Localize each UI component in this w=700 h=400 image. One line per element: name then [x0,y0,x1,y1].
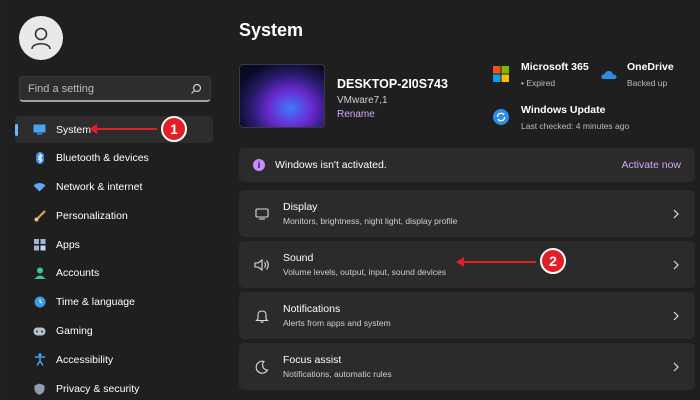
info-icon: i [253,159,265,171]
globe-clock-icon [33,296,46,309]
annotation-badge-1: 1 [161,116,187,142]
settings-card-notifications[interactable]: Notifications Alerts from apps and syste… [239,292,695,339]
sidebar-item-personalization[interactable]: Personalization [15,202,213,229]
sidebar: System Bluetooth & devices Network & int… [7,0,219,400]
sidebar-item-label: Accounts [56,267,100,280]
sidebar-item-label: Apps [56,238,80,251]
gamepad-icon [33,325,46,338]
sidebar-item-label: System [56,123,92,136]
sidebar-item-label: Time & language [56,296,135,309]
sidebar-item-gaming[interactable]: Gaming [15,318,213,345]
speaker-icon [253,256,271,274]
annotation-badge-2: 2 [540,248,566,274]
card-subtitle: Volume levels, output, input, sound devi… [283,267,447,277]
windows-update-status[interactable]: Windows Update Last checked: 4 minutes a… [521,104,629,131]
shield-icon [33,382,46,395]
microsoft-365-status[interactable]: Microsoft 365 • Expired [521,61,589,88]
card-title: Sound [283,252,314,264]
sidebar-nav: System Bluetooth & devices Network & int… [15,116,213,400]
sidebar-item-bluetooth[interactable]: Bluetooth & devices [15,145,213,172]
sidebar-item-time-language[interactable]: Time & language [15,289,213,316]
onedrive-backed-up: Backed up [627,78,668,88]
activation-message: Windows isn't activated. [275,159,387,171]
settings-window: System Bluetooth & devices Network & int… [7,0,700,400]
display-icon [253,205,271,223]
card-title: Notifications [283,303,341,315]
rename-link[interactable]: Rename [337,109,375,120]
sidebar-item-label: Network & internet [56,181,143,194]
chevron-right-icon [673,209,679,218]
person-icon [33,267,46,280]
sidebar-item-label: Gaming [56,325,93,338]
chevron-right-icon [673,362,679,371]
windows-update-last-checked: Last checked: 4 minutes ago [521,121,630,131]
sidebar-item-label: Personalization [56,209,128,222]
annotation-arrow-2 [456,257,536,267]
device-wallpaper-thumbnail [239,64,325,128]
card-subtitle: Monitors, brightness, night light, displ… [283,216,458,226]
microsoft-365-expired: • Expired [521,78,556,88]
sidebar-item-apps[interactable]: Apps [15,231,213,258]
accessibility-icon [33,353,46,367]
windows-update-icon [493,109,509,125]
avatar[interactable] [19,16,63,60]
chevron-right-icon [673,260,679,269]
onedrive-icon [601,70,617,79]
windows-update-title: Windows Update [521,104,606,116]
sidebar-item-network[interactable]: Network & internet [15,174,213,201]
activation-banner: i Windows isn't activated. Activate now [239,148,695,182]
user-icon [31,27,51,50]
settings-card-display[interactable]: Display Monitors, brightness, night ligh… [239,190,695,237]
bell-icon [253,307,271,325]
card-subtitle: Alerts from apps and system [283,318,391,328]
settings-card-focus-assist[interactable]: Focus assist Notifications, automatic ru… [239,343,695,390]
search-icon[interactable] [190,83,202,95]
sidebar-item-accounts[interactable]: Accounts [15,260,213,287]
sidebar-item-label: Privacy & security [56,382,140,395]
moon-icon [253,358,271,376]
card-title: Focus assist [283,354,342,366]
sidebar-item-privacy-security[interactable]: Privacy & security [15,375,213,400]
activate-now-link[interactable]: Activate now [621,159,681,171]
microsoft-365-icon [493,66,509,82]
sidebar-item-accessibility[interactable]: Accessibility [15,346,213,373]
sidebar-item-label: Bluetooth & devices [56,152,149,165]
card-title: Display [283,201,318,213]
microsoft-365-title: Microsoft 365 [521,61,589,73]
sidebar-item-label: Accessibility [56,353,114,366]
settings-card-sound[interactable]: Sound Volume levels, output, input, soun… [239,241,695,288]
search-input[interactable] [28,82,190,95]
search-box[interactable] [19,76,211,102]
onedrive-title: OneDrive [627,61,674,73]
chevron-right-icon [673,311,679,320]
brush-icon [33,209,46,222]
bluetooth-icon [33,152,46,165]
apps-icon [33,238,46,251]
device-name: DESKTOP-2I0S743 [337,77,448,91]
monitor-icon [33,123,46,136]
card-subtitle: Notifications, automatic rules [283,369,392,379]
page-title: System [239,20,304,40]
onedrive-status[interactable]: OneDrive Backed up [627,61,674,88]
annotation-arrow-1 [89,124,157,134]
wifi-icon [33,181,46,194]
main-content: System DESKTOP-2I0S743 VMware7,1 Rename … [239,0,700,400]
device-model: VMware7,1 [337,95,388,106]
